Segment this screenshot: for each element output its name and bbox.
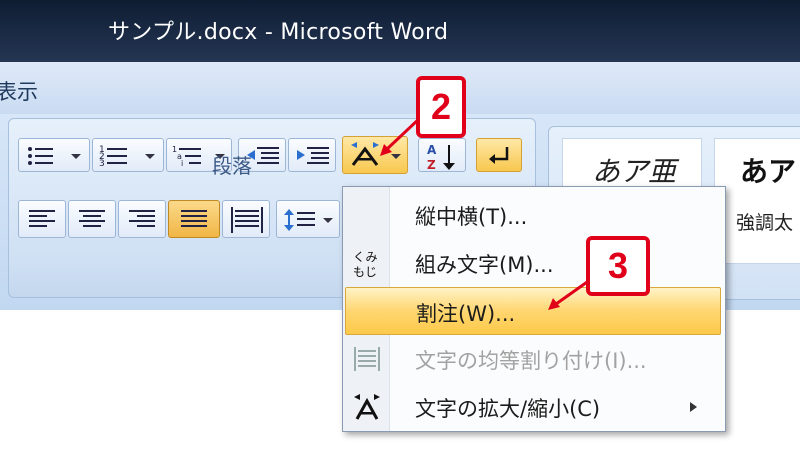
callout-2-arrow — [380, 116, 422, 156]
callout-3-arrow — [548, 278, 591, 310]
callout-arrows — [380, 116, 591, 310]
callout-step-3: 3 — [586, 236, 650, 296]
callout-step-2: 2 — [416, 76, 466, 138]
